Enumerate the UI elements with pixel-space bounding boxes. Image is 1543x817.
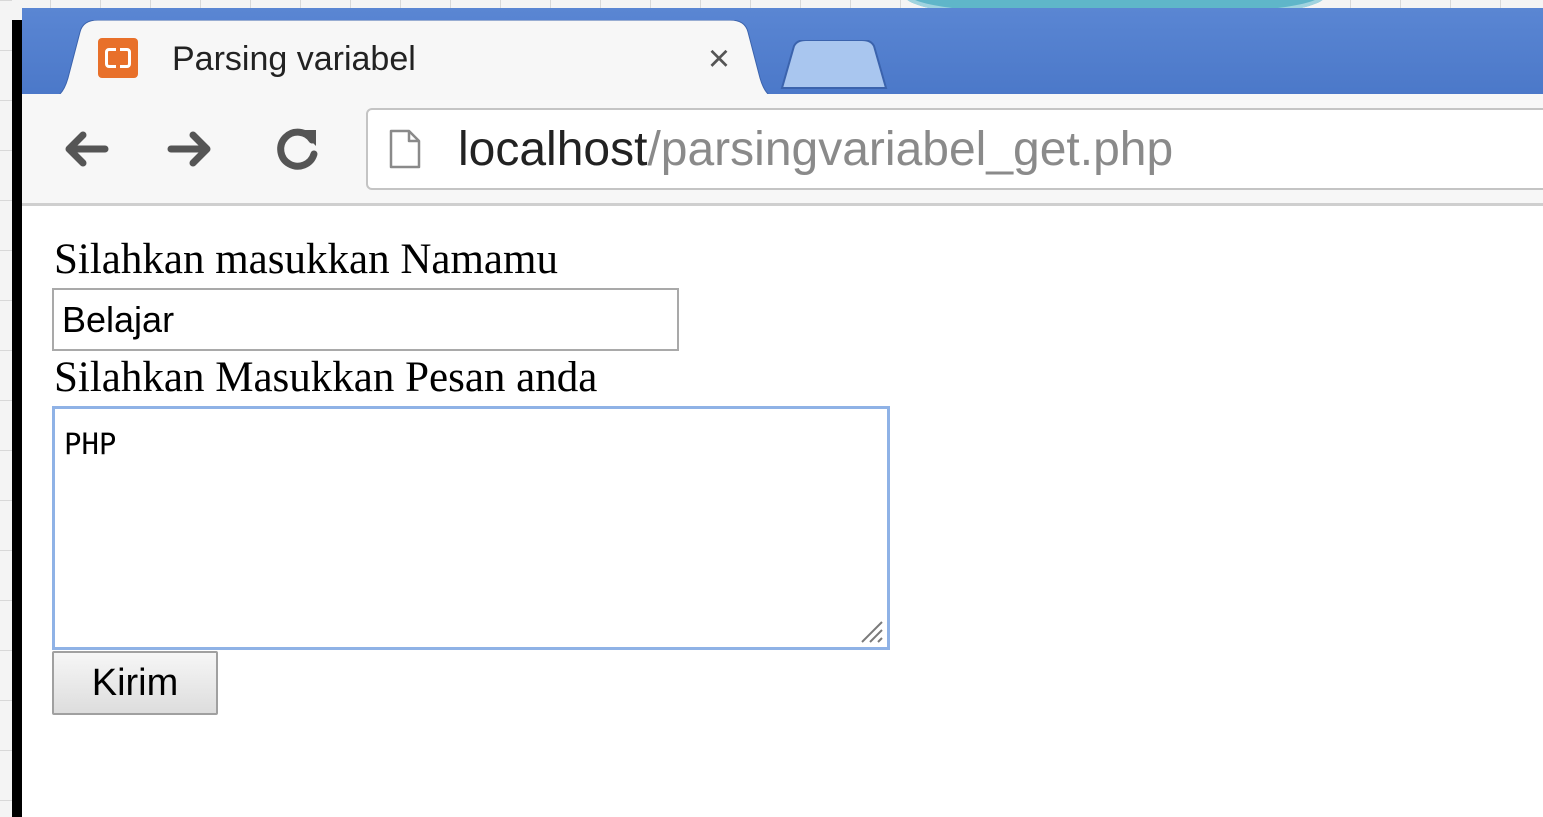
message-label: Silahkan Masukkan Pesan anda	[54, 354, 598, 401]
window-left-border	[12, 20, 22, 817]
address-url[interactable]: localhost/parsingvariabel_get.php	[458, 120, 1173, 180]
arrow-right-icon	[167, 131, 211, 167]
page-icon	[389, 129, 421, 169]
resize-grip-icon[interactable]	[856, 616, 884, 644]
submit-button[interactable]: Kirim	[52, 651, 218, 715]
arrow-left-icon	[65, 131, 109, 167]
background-grid-left	[0, 0, 12, 817]
close-icon[interactable]: ×	[696, 36, 742, 82]
forward-button[interactable]	[160, 118, 222, 180]
message-textarea[interactable]: PHP	[52, 406, 890, 650]
url-host: localhost	[458, 123, 648, 176]
back-button[interactable]	[54, 118, 116, 180]
name-input[interactable]: Belajar	[52, 288, 679, 351]
new-tab-button[interactable]	[778, 40, 890, 90]
reload-button[interactable]	[266, 118, 328, 180]
tab-title: Parsing variabel	[172, 40, 416, 78]
name-label: Silahkan masukkan Namamu	[54, 236, 558, 283]
xampp-icon	[98, 38, 138, 78]
reload-icon	[277, 128, 318, 170]
url-path: /parsingvariabel_get.php	[647, 123, 1174, 176]
